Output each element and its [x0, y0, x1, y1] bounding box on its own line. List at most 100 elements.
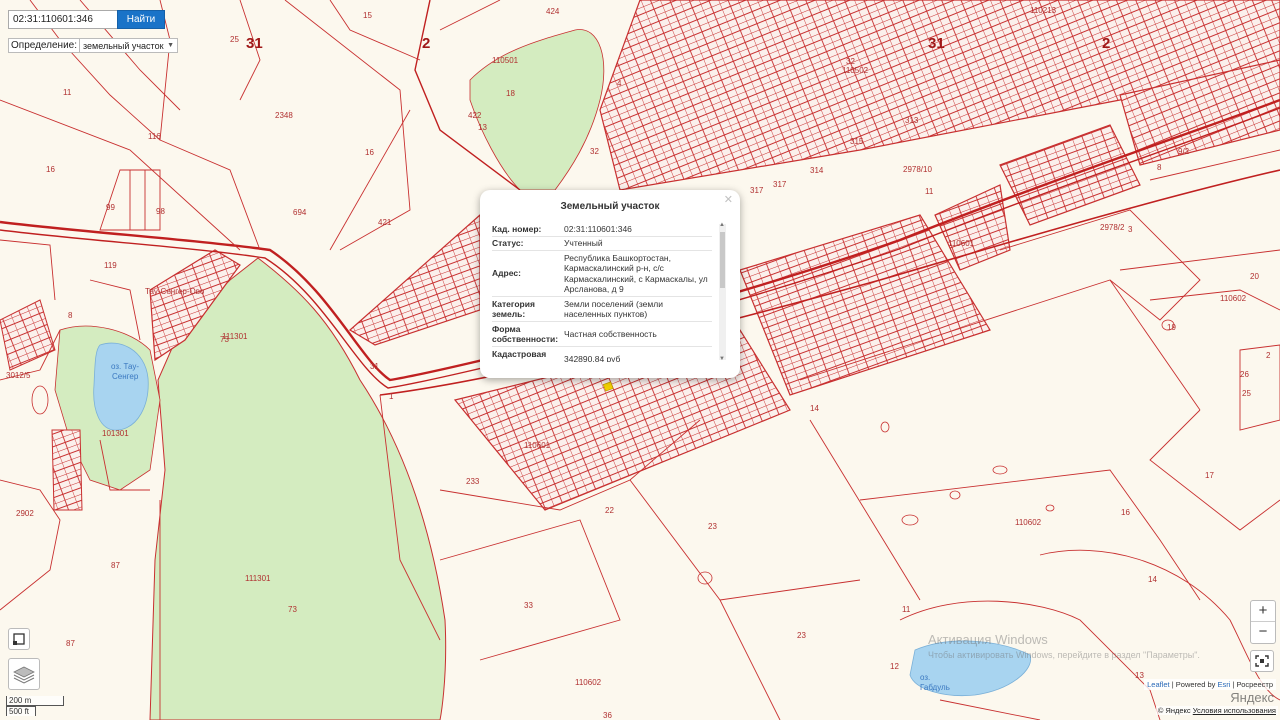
svg-text:36: 36 [603, 711, 612, 720]
scale-bar: 200 m 500 ft [6, 696, 64, 716]
select-area-icon [13, 633, 25, 645]
quarter-label: 110502 [842, 66, 869, 75]
leaflet-link[interactable]: Leaflet [1147, 680, 1170, 689]
svg-text:87: 87 [111, 561, 120, 570]
quarter-label: 110602 [1015, 518, 1042, 527]
svg-text:2978/10: 2978/10 [903, 165, 932, 174]
definition-label: Определение: [11, 40, 78, 51]
svg-text:12: 12 [890, 662, 899, 671]
svg-text:9/2: 9/2 [1178, 147, 1190, 156]
svg-text:119: 119 [104, 261, 117, 270]
scale-metric: 200 m [6, 696, 64, 706]
zoom-in-button[interactable]: + [1251, 601, 1275, 621]
popup-row: Форма собственности: Частная собственност… [492, 322, 712, 347]
parcel-info-popup: ✕ Земельный участок Кад. номер: 02:31:110… [480, 190, 740, 378]
svg-text:313: 313 [905, 116, 919, 125]
zoom-control: + − [1250, 600, 1276, 644]
popup-row-value: 02:31:110601:346 [564, 223, 632, 234]
zoom-out-button[interactable]: − [1251, 621, 1275, 642]
svg-text:32: 32 [590, 147, 599, 156]
svg-text:13: 13 [1135, 671, 1144, 680]
svg-text:87: 87 [66, 639, 75, 648]
search-bar: Найти [8, 10, 165, 29]
quarter-label: 110501 [492, 56, 519, 65]
esri-link[interactable]: Esri [1217, 680, 1230, 689]
svg-text:16: 16 [365, 148, 374, 157]
yandex-terms-link[interactable]: Условия использования [1193, 706, 1276, 715]
svg-text:2902: 2902 [16, 509, 34, 518]
scale-imperial: 500 ft [6, 706, 36, 716]
select-area-button[interactable] [8, 628, 30, 650]
svg-text:19: 19 [1167, 323, 1176, 332]
settlement-label: Тау-Сенгер-Ово [145, 287, 205, 296]
cadastral-search-input[interactable] [8, 10, 117, 29]
layers-button[interactable] [8, 658, 40, 690]
watermark-line2: Чтобы активировать Windows, перейдите в … [928, 650, 1200, 660]
search-button[interactable]: Найти [117, 10, 165, 29]
svg-text:20: 20 [1250, 272, 1259, 281]
popup-row-key: Статус: [492, 238, 524, 248]
svg-text:17: 17 [1205, 471, 1214, 480]
popup-scrollbar[interactable]: ▲ ▼ [719, 222, 726, 362]
svg-text:11: 11 [63, 88, 72, 97]
popup-row: Адрес: Республика Башкортостан, Кармаскал… [492, 251, 712, 297]
svg-text:421: 421 [378, 218, 392, 227]
svg-text:31: 31 [928, 35, 945, 52]
fullscreen-button[interactable] [1250, 650, 1274, 672]
svg-text:31: 31 [370, 362, 379, 371]
yandex-logo: Яндекс [1230, 690, 1274, 705]
definition-select[interactable]: земельный участок ▼ [79, 39, 177, 52]
popup-row: Кадастровая стоимость: 342890.84 руб [492, 347, 712, 363]
popup-body[interactable]: Кад. номер: 02:31:110601:346 Статус: Учтен… [492, 222, 712, 362]
svg-text:1: 1 [389, 392, 394, 401]
svg-text:22: 22 [605, 506, 614, 515]
popup-row: Категория земель: Земли поселений (земли … [492, 297, 712, 322]
svg-text:233: 233 [466, 477, 480, 486]
svg-text:11: 11 [925, 187, 934, 196]
quarter-label: 110602 [1220, 294, 1247, 303]
popup-row-key: Кадастровая стоимость: [492, 348, 547, 363]
scrollbar-thumb[interactable] [720, 232, 725, 288]
svg-text:8: 8 [68, 311, 73, 320]
scroll-down-icon[interactable]: ▼ [719, 356, 725, 362]
svg-text:422: 422 [468, 111, 482, 120]
svg-text:315: 315 [850, 137, 864, 146]
svg-text:2978/2: 2978/2 [1100, 223, 1125, 232]
quarter-label: 111301 [245, 574, 271, 583]
svg-text:15: 15 [363, 11, 372, 20]
svg-text:33: 33 [524, 601, 533, 610]
popup-row-value: Учтенный [564, 238, 603, 248]
lake2-label: Габдуль [920, 683, 950, 692]
popup-row-value: Республика Башкортостан, Кармаскалинский… [564, 252, 708, 295]
svg-text:25: 25 [230, 35, 239, 44]
yandex-footer: © Яндекс Условия использования [1155, 706, 1278, 715]
svg-text:31: 31 [246, 35, 263, 52]
svg-text:2348: 2348 [275, 111, 293, 120]
lake2-label: оз. [920, 673, 930, 682]
svg-text:25: 25 [1242, 389, 1251, 398]
svg-text:317: 317 [773, 180, 787, 189]
chevron-down-icon: ▼ [167, 42, 175, 49]
svg-text:73: 73 [288, 605, 297, 614]
svg-text:16: 16 [1121, 508, 1130, 517]
quarter-label: 110601 [524, 441, 551, 450]
svg-text:26: 26 [1240, 370, 1249, 379]
popup-row-key: Форма собственности: [492, 323, 559, 345]
definition-row: Определение: земельный участок ▼ [8, 38, 179, 53]
svg-text:13: 13 [478, 123, 487, 132]
scroll-up-icon[interactable]: ▲ [719, 222, 725, 228]
popup-title: Земельный участок [560, 201, 660, 212]
svg-text:14: 14 [1148, 575, 1157, 584]
svg-text:116: 116 [148, 132, 161, 141]
svg-text:11: 11 [902, 605, 911, 614]
yandex-copyright: © Яндекс [1157, 706, 1191, 715]
popup-row: Кад. номер: 02:31:110601:346 [492, 222, 712, 237]
svg-text:314: 314 [810, 166, 824, 175]
svg-text:2: 2 [1266, 351, 1271, 360]
svg-text:32: 32 [846, 57, 855, 66]
quarter-label: 110213 [1030, 6, 1057, 15]
lake-label: Сенгер [112, 372, 139, 381]
svg-text:424: 424 [546, 7, 560, 16]
svg-text:14: 14 [810, 404, 819, 413]
lake-label: оз. Тау- [111, 362, 139, 371]
